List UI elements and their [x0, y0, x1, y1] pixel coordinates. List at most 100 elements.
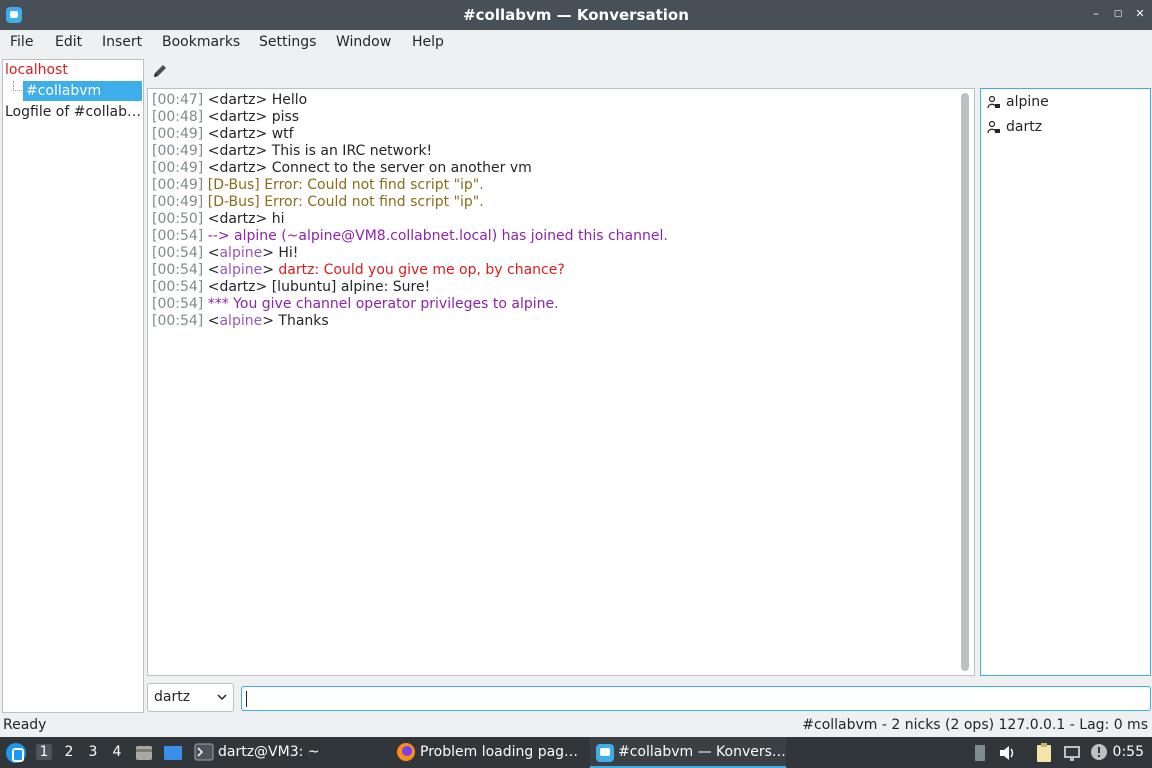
- chat-line: [00:54] --> alpine (~alpine@VM8.collabne…: [152, 228, 954, 245]
- menu-window[interactable]: Window: [336, 34, 391, 50]
- nick-name: alpine: [1006, 94, 1049, 110]
- window-title: #collabvm — Konversation: [463, 6, 689, 24]
- chat-message: Connect to the server on another vm: [267, 160, 532, 176]
- tree-logfile[interactable]: Logfile of #collabvm: [5, 102, 143, 122]
- chat-timestamp: [00:47]: [152, 92, 204, 108]
- chat-message: piss: [267, 109, 300, 125]
- chat-message: *** You give channel operator privileges…: [207, 296, 559, 312]
- chat-line: [00:54] <alpine> Hi!: [152, 245, 299, 261]
- workspace-2[interactable]: 2: [61, 744, 77, 760]
- view-tree: localhost #collabvm Logfile of #collabvm: [2, 59, 144, 713]
- chat-message: hi: [267, 211, 285, 227]
- chevron-down-icon: [217, 694, 227, 701]
- show-desktop-icon[interactable]: [162, 743, 184, 763]
- chat-timestamp: [00:54]: [152, 296, 204, 312]
- chat-timestamp: [00:54]: [152, 279, 204, 295]
- clipboard-icon[interactable]: [1035, 742, 1053, 764]
- chat-line: [00:47] <dartz> Hello: [152, 92, 954, 109]
- status-bar: Ready #collabvm - 2 nicks (2 ops) 127.0.…: [0, 716, 1152, 736]
- chat-nick[interactable]: <dartz>: [208, 109, 268, 125]
- text-caret: [246, 691, 247, 707]
- chat-message: [lubuntu] alpine: Sure!: [267, 279, 431, 295]
- chat-message: Error: Could not find script "ip".: [259, 194, 484, 210]
- chat-nick[interactable]: <dartz>: [208, 126, 268, 142]
- menu-help[interactable]: Help: [412, 34, 444, 50]
- chat-view[interactable]: [00:47] <dartz> Hello [00:48] <dartz> pis…: [147, 88, 975, 676]
- close-button[interactable]: ✕: [1132, 6, 1148, 22]
- menu-bookmarks[interactable]: Bookmarks: [162, 34, 240, 50]
- message-input[interactable]: [241, 686, 1151, 711]
- user-op-icon: [987, 95, 1000, 109]
- terminal-icon: [194, 743, 214, 761]
- chat-message: Error: Could not find script "ip".: [259, 177, 484, 193]
- menu-file[interactable]: File: [10, 34, 33, 50]
- chat-message: wtf: [267, 126, 294, 142]
- notification-icon[interactable]: [1090, 743, 1108, 761]
- chat-nick[interactable]: <dartz>: [208, 143, 268, 159]
- chat-line: [00:54] <alpine> dartz: Could you give m…: [152, 262, 565, 278]
- chat-message: Hello: [267, 92, 308, 108]
- chat-nick[interactable]: <dartz>: [208, 160, 268, 176]
- workspace-4[interactable]: 4: [109, 744, 125, 760]
- task-terminal[interactable]: dartz@VM3: ~: [190, 737, 380, 768]
- task-label: dartz@VM3: ~: [218, 744, 320, 760]
- task-konversation[interactable]: #collabvm — Konvers…: [590, 737, 786, 768]
- chat-line: [00:49] [D-Bus] Error: Could not find sc…: [152, 177, 954, 194]
- chat-timestamp: [00:49]: [152, 177, 204, 193]
- tree-server-localhost[interactable]: localhost: [5, 60, 68, 80]
- chat-nick[interactable]: alpine: [219, 262, 262, 278]
- nick-name: dartz: [1006, 119, 1043, 135]
- chat-line: [00:49] <dartz> wtf: [152, 126, 954, 143]
- menu-insert[interactable]: Insert: [102, 34, 142, 50]
- nickname-value: dartz: [154, 689, 191, 705]
- task-firefox[interactable]: Problem loading pag…: [392, 737, 584, 768]
- maximize-button[interactable]: ▢: [1110, 6, 1126, 22]
- file-manager-icon[interactable]: [134, 743, 154, 763]
- chat-line: [00:54] *** You give channel operator pr…: [152, 296, 954, 313]
- chat-line: [00:50] <dartz> hi: [152, 211, 954, 228]
- tree-branch-line: [13, 81, 22, 91]
- edit-topic-pencil-icon[interactable]: [151, 62, 169, 80]
- chat-timestamp: [00:49]: [152, 160, 204, 176]
- menu-settings[interactable]: Settings: [259, 34, 316, 50]
- chat-nick[interactable]: <dartz>: [208, 92, 268, 108]
- status-channel-info: #collabvm - 2 nicks (2 ops) 127.0.0.1 - …: [802, 717, 1148, 733]
- chat-timestamp: [00:49]: [152, 194, 204, 210]
- firefox-icon: [397, 743, 415, 761]
- chat-timestamp: [00:50]: [152, 211, 204, 227]
- chat-line: [00:48] <dartz> piss: [152, 109, 954, 126]
- user-op-icon: [987, 120, 1000, 134]
- tree-channel-collabvm[interactable]: #collabvm: [23, 81, 142, 101]
- chat-nick[interactable]: alpine: [219, 245, 262, 261]
- network-icon[interactable]: [1062, 743, 1082, 763]
- workspace-1[interactable]: 1: [36, 744, 52, 760]
- nickname-combobox[interactable]: dartz: [147, 683, 234, 712]
- taskbar: 1 2 3 4 dartz@VM3: ~ Problem loading pag…: [0, 737, 1152, 768]
- start-menu-icon[interactable]: [6, 743, 26, 763]
- minimize-button[interactable]: –: [1088, 6, 1104, 22]
- workspace-3[interactable]: 3: [85, 744, 101, 760]
- chat-timestamp: [00:54]: [152, 245, 204, 261]
- clock[interactable]: 0:55: [1113, 744, 1144, 760]
- chat-scrollbar[interactable]: [961, 93, 969, 671]
- chat-lines: [00:47] <dartz> Hello [00:48] <dartz> pis…: [152, 92, 954, 330]
- volume-icon[interactable]: [998, 744, 1018, 762]
- menu-edit[interactable]: Edit: [55, 34, 82, 50]
- battery-icon[interactable]: [972, 743, 988, 763]
- chat-timestamp: [00:54]: [152, 313, 204, 329]
- chat-timestamp: [00:49]: [152, 126, 204, 142]
- chat-message: Hi!: [273, 245, 299, 261]
- chat-timestamp: [00:49]: [152, 143, 204, 159]
- chat-line: [00:54] <dartz> [lubuntu] alpine: Sure!: [152, 279, 954, 296]
- chat-timestamp: [00:48]: [152, 109, 204, 125]
- chat-nick: [D-Bus]: [207, 177, 260, 193]
- konversation-icon: [596, 744, 614, 762]
- chat-nick[interactable]: alpine: [219, 313, 262, 329]
- chat-line: [00:54] <alpine> Thanks: [152, 313, 329, 329]
- chat-nick[interactable]: <dartz>: [208, 279, 268, 295]
- chat-message: Thanks: [273, 313, 329, 329]
- task-label: #collabvm — Konvers…: [618, 744, 786, 760]
- nick-list: alpine dartz: [980, 88, 1151, 676]
- chat-nick: [D-Bus]: [207, 194, 260, 210]
- chat-nick[interactable]: <dartz>: [208, 211, 268, 227]
